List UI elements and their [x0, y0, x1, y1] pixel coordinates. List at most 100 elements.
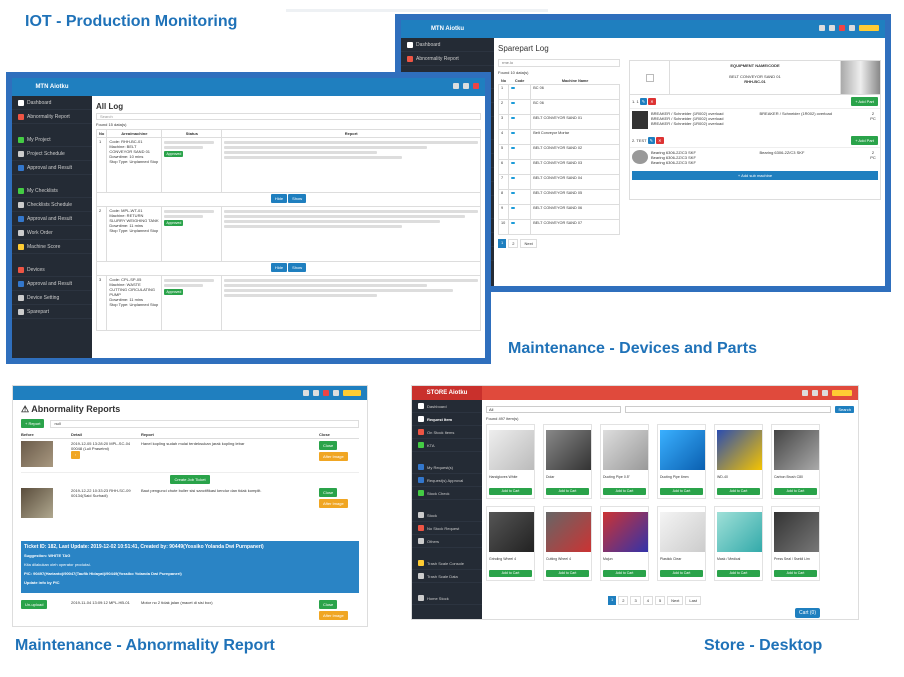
sidebar-item[interactable]: Devices	[12, 263, 92, 277]
unupload-button[interactable]: Un-upload	[21, 600, 48, 609]
table-row[interactable]: 1 BC 06	[498, 84, 620, 100]
search-input[interactable]: rme.lo	[498, 59, 620, 67]
next-button[interactable]: Next	[520, 239, 537, 248]
page-button[interactable]: 4	[642, 596, 653, 605]
create-job-ticket-button[interactable]: Create Job Ticket	[170, 475, 210, 484]
sidebar-item[interactable]: Project Schedule	[12, 147, 92, 161]
product-name: Handgloves White	[489, 475, 518, 479]
delete-button[interactable]: ✕	[648, 98, 656, 105]
delete-button[interactable]: ✕	[656, 137, 664, 144]
add-to-cart-button[interactable]: Add to Cart	[660, 488, 703, 495]
sidebar-item[interactable]: Approval and Result	[12, 212, 92, 226]
add-to-cart-button[interactable]: Add to Cart	[660, 570, 703, 577]
sidebar-item[interactable]: Approval and Result	[12, 161, 92, 175]
star-icon	[18, 243, 24, 250]
user-icon[interactable]	[453, 83, 459, 89]
gear-icon	[18, 294, 24, 301]
add-to-cart-button[interactable]: Add to Cart	[546, 488, 589, 495]
last-button[interactable]: Last	[685, 596, 701, 605]
log-table: No Area/machine Status Report 1 Code: RHH-B…	[95, 129, 481, 331]
home-icon	[18, 99, 24, 106]
category-select[interactable]: All	[486, 406, 621, 413]
page-button[interactable]: 2	[508, 239, 519, 248]
sidebar-item[interactable]: Device Setting	[12, 291, 92, 305]
close-button[interactable]: Close	[319, 441, 338, 450]
table-row[interactable]: 9 BELT CONVEYOR SAND 06	[498, 204, 620, 220]
after-image-button[interactable]: After Image	[319, 452, 348, 461]
show-button[interactable]: Show	[288, 194, 307, 203]
add-to-cart-button[interactable]: Add to Cart	[774, 570, 817, 577]
add-to-cart-button[interactable]: Add to Cart	[774, 488, 817, 495]
add-to-cart-button[interactable]: Add to Cart	[717, 488, 760, 495]
sidebar-item[interactable]: Abnormality Report	[12, 110, 92, 124]
table-row[interactable]: 6 BELT CONVEYOR SAND 03	[498, 159, 620, 175]
product-card[interactable]: Majun Add to Cart	[600, 506, 649, 581]
add-to-cart-button[interactable]: Add to Cart	[546, 570, 589, 577]
report-button[interactable]: + Report	[21, 419, 45, 428]
product-card[interactable]: Grinding Wheel 4 Add to Cart	[486, 506, 535, 581]
table-row[interactable]: 4 Belt Conveyor Mortar	[498, 129, 620, 145]
page-button[interactable]: 2	[618, 596, 629, 605]
product-image	[546, 512, 591, 552]
add-part-button[interactable]: + Add Part	[851, 136, 878, 145]
add-part-button[interactable]: + Add Part	[851, 97, 878, 106]
search-input[interactable]: null	[50, 419, 359, 428]
show-button[interactable]: Show	[288, 263, 307, 272]
sidebar-item[interactable]: My Checklists	[12, 184, 92, 198]
next-button[interactable]: Next	[667, 596, 684, 605]
edit-button[interactable]: ✎	[639, 98, 648, 105]
add-to-cart-button[interactable]: Add to Cart	[489, 570, 532, 577]
sidebar-item[interactable]: My Project	[12, 133, 92, 147]
sidebar-item[interactable]: Dashboard	[401, 38, 494, 52]
table-row[interactable]: 10 BELT CONVEYOR SAND 07	[498, 219, 620, 235]
table-row[interactable]: 5 BELT CONVEYOR SAND 02	[498, 144, 620, 160]
close-button[interactable]: Close	[319, 488, 338, 497]
page-button[interactable]: 1	[608, 596, 617, 605]
hide-button[interactable]: Hide	[270, 263, 288, 272]
table-row[interactable]: 3 BELT CONVEYOR SAND 01	[498, 114, 620, 130]
sidebar-item[interactable]: Work Order	[12, 226, 92, 240]
product-card[interactable]: Ducting Pipe 0.5" Add to Cart	[600, 424, 649, 499]
hide-button[interactable]: Hide	[270, 194, 288, 203]
product-name: Plastick Clear	[660, 557, 682, 561]
add-to-cart-button[interactable]: Add to Cart	[603, 488, 646, 495]
search-input[interactable]: Search	[96, 113, 481, 120]
edit-button[interactable]: ✎	[647, 137, 656, 144]
product-card[interactable]: Cutting Wheel 4 Add to Cart	[543, 506, 592, 581]
table-row[interactable]: 7 BELT CONVEYOR SAND 04	[498, 174, 620, 190]
page-button[interactable]: 1	[498, 239, 507, 248]
page-button[interactable]: 3	[630, 596, 641, 605]
sidebar-item[interactable]: Checklists Schedule	[12, 198, 92, 212]
add-sub-machine-button[interactable]: + Add sub machine	[632, 171, 878, 180]
product-card[interactable]: Press Seal / Ssekil Lim Add to Cart	[771, 506, 820, 581]
product-card[interactable]: Plastick Clear Add to Cart	[657, 506, 706, 581]
add-to-cart-button[interactable]: Add to Cart	[717, 570, 760, 577]
product-card[interactable]: Ducting Pipe 6mm Add to Cart	[657, 424, 706, 499]
flag-icon[interactable]	[473, 83, 479, 89]
check-icon	[18, 136, 24, 143]
search-button[interactable]: Search	[835, 406, 854, 413]
search-input[interactable]	[625, 406, 832, 413]
cart-button[interactable]: Cart (0)	[795, 608, 820, 618]
page-button[interactable]: 5	[654, 596, 666, 605]
after-image-button[interactable]: After Image	[319, 499, 348, 508]
table-row[interactable]: 2 BC 06	[498, 99, 620, 115]
product-card[interactable]: WD-40 Add to Cart	[714, 424, 763, 499]
product-card[interactable]: Carbon Brush C80 Add to Cart	[771, 424, 820, 499]
approval-icon	[18, 164, 24, 171]
product-card[interactable]: Handgloves White Add to Cart	[486, 424, 535, 499]
sidebar-item[interactable]: Abnormality Report	[401, 52, 494, 66]
product-card[interactable]: Mask / Medical Add to Cart	[714, 506, 763, 581]
after-image-button[interactable]: After Image	[319, 611, 348, 620]
add-to-cart-button[interactable]: Add to Cart	[603, 570, 646, 577]
add-to-cart-button[interactable]: Add to Cart	[489, 488, 532, 495]
sidebar-item[interactable]: Machine Score	[12, 240, 92, 254]
sidebar-item[interactable]: Dashboard	[12, 96, 92, 110]
sidebar-item[interactable]: Sparepart	[12, 305, 92, 319]
product-card[interactable]: Dolar Add to Cart	[543, 424, 592, 499]
close-button[interactable]: Close	[319, 600, 338, 609]
sidebar-item[interactable]: Approval and Result	[12, 277, 92, 291]
user-icon[interactable]	[463, 83, 469, 89]
table-row[interactable]: 8 BELT CONVEYOR SAND 05	[498, 189, 620, 205]
ticket-panel: Ticket ID: 182, Last Update: 2019-12-02 …	[21, 541, 359, 593]
